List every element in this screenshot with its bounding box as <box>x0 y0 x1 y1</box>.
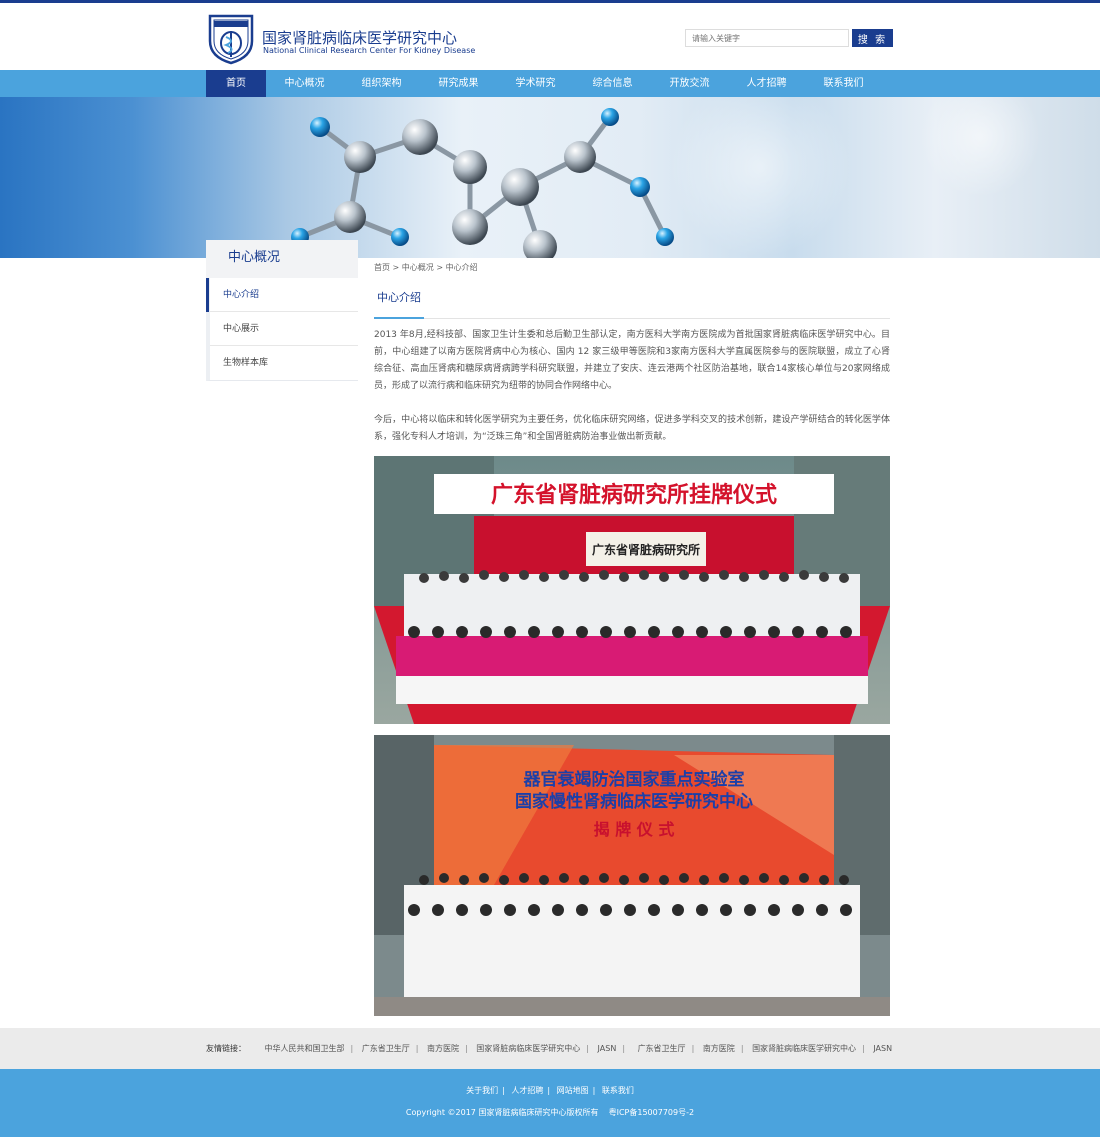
center-logo-icon[interactable] <box>206 13 256 65</box>
friend-link-nccrkd[interactable]: 国家肾脏病临床医学研究中心 <box>470 1044 586 1053</box>
friend-link-moh[interactable]: 中华人民共和国卫生部 <box>259 1044 351 1053</box>
copyright: Copyright ©2017 国家肾脏病临床研究中心版权所有 粤ICP备150… <box>405 1108 695 1117</box>
intro-paragraph-2: 今后，中心将以临床和转化医学研究为主要任务，优化临床研究网络，促进多学科交叉的技… <box>374 415 890 442</box>
nav-item-general-info[interactable]: 综合信息 <box>574 70 651 97</box>
main-nav: 首页 中心概况 组织架构 研究成果 学术研究 综合信息 开放交流 人才招聘 联系… <box>0 70 1100 97</box>
nav-item-organization[interactable]: 组织架构 <box>343 70 420 97</box>
sidebar-title: 中心概况 <box>206 240 358 278</box>
footer-link-sitemap[interactable]: 网站地图 <box>557 1086 589 1095</box>
nav-item-overview[interactable]: 中心概况 <box>266 70 343 97</box>
main-content: 首页 > 中心概况 > 中心介绍 中心介绍 2013 年8月,经科技部、国家卫生… <box>374 262 890 1016</box>
site-title-cn[interactable]: 国家肾脏病临床医学研究中心 <box>262 27 457 48</box>
search-button[interactable]: 搜 索 <box>852 29 893 47</box>
footer-links: 关于我们 | 人才招聘 | 网站地图 | 联系我们 <box>466 1086 634 1095</box>
friend-link-jasn[interactable]: JASN <box>592 1044 623 1053</box>
photo2-line2: 国家慢性肾病临床医学研究中心 <box>515 791 753 812</box>
photo1-banner-text: 广东省肾脏病研究所挂牌仪式 <box>491 482 777 508</box>
molecule-banner <box>0 97 1100 258</box>
photo1-plaque-text: 广东省肾脏病研究所 <box>592 542 700 557</box>
ceremony-photo-1: 广东省肾脏病研究所挂牌仪式 广东省肾脏病研究所 <box>374 456 890 724</box>
nav-item-home[interactable]: 首页 <box>206 70 266 97</box>
footer-link-about[interactable]: 关于我们 <box>466 1086 498 1095</box>
section-divider <box>374 318 890 319</box>
friend-link-nccrkd-2[interactable]: 国家肾脏病临床医学研究中心 <box>746 1044 862 1053</box>
friend-link-gd-health[interactable]: 广东省卫生厅 <box>356 1044 416 1053</box>
footer-link-recruit[interactable]: 人才招聘 <box>511 1086 543 1095</box>
footer: 关于我们 | 人才招聘 | 网站地图 | 联系我们 Copyright ©2017 国… <box>0 1069 1100 1137</box>
friend-link-gd-health-2[interactable]: 广东省卫生厅 <box>632 1044 692 1053</box>
ceremony-photo-2: 器官衰竭防治国家重点实验室 国家慢性肾病临床医学研究中心 揭 牌 仪 式 <box>374 735 890 1016</box>
friend-link-jasn-2[interactable]: JASN <box>867 1044 898 1053</box>
intro-paragraph-1: 2013 年8月,经科技部、国家卫生计生委和总后勤卫生部认定，南方医科大学南方医… <box>374 330 890 391</box>
sidebar-item-intro[interactable]: 中心介绍 <box>206 278 358 312</box>
photo2-line3: 揭 牌 仪 式 <box>594 820 675 839</box>
site-title-en: National Clinical Research Center For Ki… <box>263 46 476 55</box>
nav-item-academic[interactable]: 学术研究 <box>497 70 574 97</box>
molecule-illustration <box>291 97 1040 258</box>
search-input[interactable] <box>685 29 849 47</box>
friend-links-label: 友情链接： <box>206 1044 246 1053</box>
nav-item-contact[interactable]: 联系我们 <box>805 70 882 97</box>
nav-item-research-results[interactable]: 研究成果 <box>420 70 497 97</box>
section-title: 中心介绍 <box>374 289 424 319</box>
sidebar: 中心概况 中心介绍 中心展示 生物样本库 <box>206 240 358 381</box>
header: 国家肾脏病临床医学研究中心 National Clinical Research… <box>0 3 1100 70</box>
nav-item-recruitment[interactable]: 人才招聘 <box>728 70 805 97</box>
sidebar-item-biobank[interactable]: 生物样本库 <box>210 346 358 380</box>
nav-item-exchange[interactable]: 开放交流 <box>651 70 728 97</box>
breadcrumb[interactable]: 首页 > 中心概况 > 中心介绍 <box>374 262 890 274</box>
footer-link-contact[interactable]: 联系我们 <box>602 1086 634 1095</box>
photo2-line1: 器官衰竭防治国家重点实验室 <box>523 769 745 790</box>
friend-link-nanfang-2[interactable]: 南方医院 <box>697 1044 741 1053</box>
friend-link-nanfang[interactable]: 南方医院 <box>421 1044 465 1053</box>
sidebar-item-showcase[interactable]: 中心展示 <box>210 312 358 346</box>
sidebar-list: 中心介绍 中心展示 生物样本库 <box>206 278 358 381</box>
friend-links-bar: 友情链接： 中华人民共和国卫生部 | 广东省卫生厅 | 南方医院 | 国家肾脏病临床医… <box>0 1028 1100 1069</box>
